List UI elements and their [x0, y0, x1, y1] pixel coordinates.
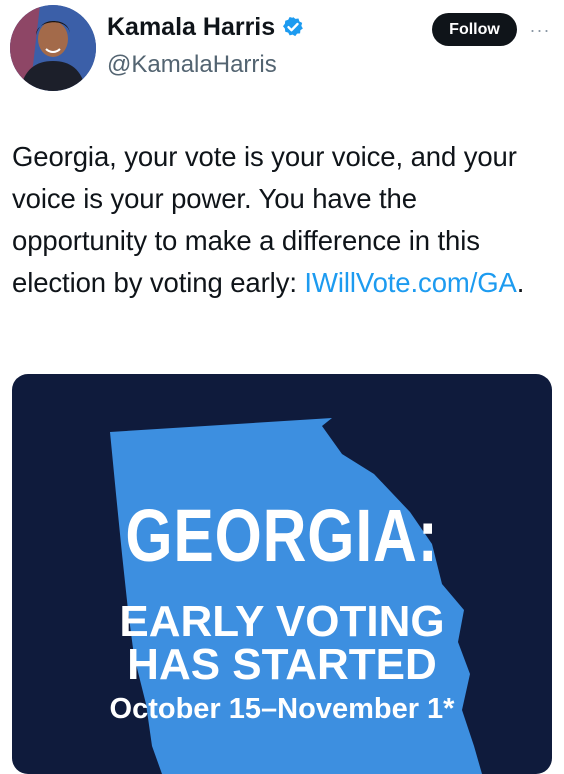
author-handle[interactable]: @KamalaHarris [107, 50, 277, 80]
tweet-media-image[interactable]: GEORGIA: EARLY VOTING HAS STARTED Octobe… [12, 374, 552, 774]
tweet-link[interactable]: IWillVote.com/GA [304, 267, 516, 298]
verified-badge-icon [283, 16, 304, 37]
media-line-early-voting: EARLY VOTING [119, 597, 445, 646]
media-headline: GEORGIA: [125, 494, 439, 577]
avatar[interactable] [10, 5, 96, 91]
tweet-text: Georgia, your vote is your voice, and yo… [12, 136, 552, 304]
avatar-photo [10, 5, 96, 91]
author-name-row: Kamala Harris [107, 12, 305, 42]
more-options-icon[interactable]: ··· [526, 16, 554, 44]
tweet-text-end: . [516, 267, 525, 298]
media-dates: October 15–November 1* [109, 693, 455, 725]
author-display-name[interactable]: Kamala Harris [107, 12, 275, 42]
follow-button[interactable]: Follow [432, 13, 517, 46]
media-line-has-started: HAS STARTED [127, 640, 437, 689]
